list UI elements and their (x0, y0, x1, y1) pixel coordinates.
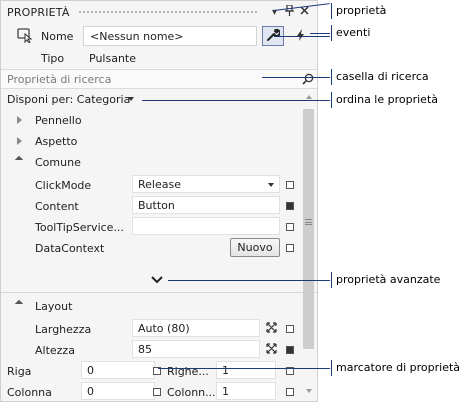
property-name: ToolTipService... (35, 221, 124, 234)
callout-line-marker (158, 368, 330, 369)
search-icon[interactable] (302, 73, 314, 85)
search-box[interactable]: Proprietà di ricerca (1, 69, 317, 89)
property-marker[interactable] (286, 223, 294, 231)
category-label: Pennello (35, 114, 82, 127)
properties-panel: PROPRIETÀ ▾ Nome <Nessun nome> Tipo Puls… (0, 0, 318, 402)
property-name: ClickMode (35, 179, 92, 192)
dropdown-icon[interactable]: ▾ (268, 7, 281, 18)
rowspan-input[interactable]: 1 (216, 361, 276, 379)
selected-element-icon (17, 27, 33, 44)
property-row-tooltip: ToolTipService... (1, 217, 301, 238)
property-row-row: Riga 0 Righe... 1 (1, 361, 301, 382)
callout-line-sort (142, 100, 330, 101)
category-label: Aspetto (35, 135, 78, 148)
property-name: Content (35, 200, 79, 213)
property-name: Larghezza (35, 323, 92, 336)
property-name: Righe... (167, 365, 209, 378)
row-input[interactable]: 0 (81, 361, 155, 379)
category-aspetto[interactable]: Aspetto (1, 132, 301, 152)
height-input[interactable]: 85 (132, 340, 260, 358)
chevron-down-icon (128, 97, 134, 101)
collapse-arrow-icon[interactable] (14, 299, 24, 309)
clickmode-select[interactable]: Release (132, 175, 280, 193)
property-row-column: Colonna 0 Colonn... 1 (1, 382, 301, 401)
callout-marker: marcatore di proprietà (331, 360, 461, 376)
column-input[interactable]: 0 (81, 382, 155, 400)
property-marker[interactable] (286, 346, 294, 354)
type-label: Tipo (41, 52, 65, 65)
property-marker[interactable] (286, 325, 294, 333)
callout-properties: proprietà (331, 3, 387, 19)
width-input[interactable]: Auto (80) (132, 319, 260, 337)
category-label: Comune (35, 156, 81, 169)
callout-advanced: proprietà avanzate (331, 272, 441, 288)
property-marker[interactable] (286, 244, 294, 252)
divider (1, 292, 317, 293)
new-button[interactable]: Nuovo (230, 238, 280, 257)
category-pennello[interactable]: Pennello (1, 111, 301, 131)
expand-arrows-icon[interactable] (266, 322, 277, 333)
name-input[interactable]: <Nessun nome> (83, 26, 257, 46)
scroll-up-icon[interactable] (306, 95, 312, 99)
advanced-properties-chevron-icon[interactable] (151, 274, 163, 284)
property-row-clickmode: ClickMode Release (1, 175, 301, 196)
callout-search-box: casella di ricerca (331, 69, 429, 85)
tooltip-input[interactable] (132, 217, 280, 235)
property-marker[interactable] (286, 202, 294, 210)
category-label: Layout (35, 300, 73, 313)
arrange-label: Disponi per: Categoria (7, 93, 131, 106)
property-name: Colonna (7, 386, 52, 399)
category-layout[interactable]: Layout (1, 297, 301, 317)
drag-grip[interactable] (77, 9, 258, 15)
property-name: Riga (7, 365, 32, 378)
scroll-thumb[interactable] (303, 109, 314, 349)
callout-events: eventi (331, 25, 371, 41)
name-label: Nome (41, 30, 74, 43)
callout-line-search (262, 77, 330, 78)
property-name: Altezza (35, 344, 75, 357)
callout-line-properties-b (274, 36, 330, 37)
property-marker[interactable] (153, 388, 161, 396)
callout-sort: ordina le proprietà (331, 92, 439, 108)
panel-title-bar: PROPRIETÀ ▾ (1, 1, 317, 23)
type-value: Pulsante (89, 52, 136, 65)
search-placeholder: Proprietà di ricerca (7, 73, 112, 86)
property-marker[interactable] (286, 181, 294, 189)
property-marker[interactable] (286, 388, 294, 396)
expand-arrow-icon[interactable] (17, 116, 22, 124)
property-row-width: Larghezza Auto (80) (1, 319, 301, 340)
property-row-content: Content Button (1, 196, 301, 217)
callout-line-advanced (168, 280, 330, 281)
callout-line-events (310, 33, 330, 34)
content-input[interactable]: Button (132, 196, 280, 214)
property-name: Colonn... (167, 386, 216, 399)
scroll-grip-icon (305, 219, 312, 225)
expand-arrows-icon[interactable] (266, 343, 277, 354)
expand-arrow-icon[interactable] (17, 137, 22, 145)
columnspan-input[interactable]: 1 (216, 382, 276, 400)
panel-title: PROPRIETÀ (7, 5, 70, 19)
property-row-height: Altezza 85 (1, 340, 301, 361)
vertical-scrollbar[interactable] (301, 91, 317, 401)
property-name: DataContext (35, 242, 105, 255)
collapse-arrow-icon[interactable] (14, 155, 24, 165)
category-comune[interactable]: Comune (1, 153, 301, 173)
scroll-down-icon[interactable] (306, 389, 312, 393)
property-row-datacontext: DataContext Nuovo (1, 238, 301, 259)
